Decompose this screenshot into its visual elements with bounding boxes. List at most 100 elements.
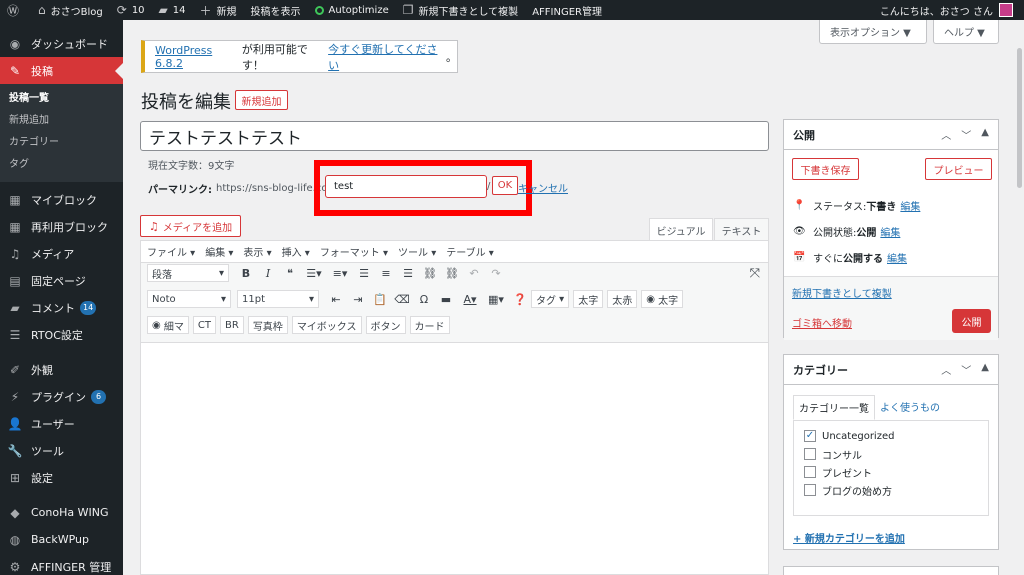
photo-frame-button[interactable]: 写真枠 (247, 316, 288, 334)
bold-circle-button[interactable]: ◉ 太字 (641, 290, 684, 308)
trash-link[interactable]: ゴミ箱へ移動 (792, 315, 852, 330)
tab-all-categories[interactable]: カテゴリー一覧 (793, 395, 875, 420)
slug-input[interactable]: test (325, 175, 487, 198)
editor-content-area[interactable] (141, 343, 768, 574)
menu-rtoc[interactable]: ☰ RTOC設定 (0, 321, 123, 348)
chevron-down-icon[interactable]: ﹀ (961, 362, 971, 377)
chevron-down-icon[interactable]: ﹀ (961, 127, 971, 142)
align-left-icon[interactable]: ☰ (353, 267, 375, 280)
my-account-menu[interactable]: こんにちは、おさつ さん (873, 0, 1024, 20)
menu-edit[interactable]: 編集 ▾ (205, 244, 233, 259)
omega-icon[interactable]: Ω (413, 293, 435, 306)
menu-format[interactable]: フォーマット ▾ (320, 244, 388, 259)
submenu-tags[interactable]: タグ (0, 154, 123, 176)
text-color-icon[interactable]: A▾ (457, 293, 483, 306)
quote-icon[interactable]: ❝ (279, 267, 301, 280)
category-item[interactable]: ブログの始め方 (804, 481, 978, 499)
menu-settings[interactable]: ⊞ 設定 (0, 464, 123, 491)
menu-view[interactable]: 表示 ▾ (243, 244, 271, 259)
site-name-menu[interactable]: ⌂ おさつBlog (31, 0, 110, 20)
menu-table[interactable]: テーブル ▾ (446, 244, 494, 259)
indent-decrease-icon[interactable]: ⇤ (325, 293, 347, 306)
undo-icon[interactable]: ↶ (463, 267, 485, 280)
checkbox[interactable] (804, 466, 816, 478)
tab-visual[interactable]: ビジュアル (649, 218, 713, 241)
chevron-up-icon[interactable]: ︿ (941, 127, 951, 142)
checkbox[interactable] (804, 484, 816, 496)
paste-icon[interactable]: 📋 (369, 293, 391, 306)
schedule-edit-link[interactable]: 編集 (887, 250, 907, 265)
redo-icon[interactable]: ↷ (485, 267, 507, 280)
post-title-input[interactable]: テストテストテスト (140, 121, 769, 151)
menu-backwpup[interactable]: ◍ BackWPup (0, 526, 123, 553)
view-post-link[interactable]: 投稿を表示 (244, 0, 308, 20)
ct-button[interactable]: CT (192, 316, 216, 334)
new-content-menu[interactable]: ＋ 新規 (193, 0, 244, 20)
version-link[interactable]: WordPress 6.8.2 (155, 44, 242, 70)
button-button[interactable]: ボタン (365, 316, 406, 334)
table-icon[interactable]: ▦▾ (483, 293, 509, 306)
menu-myblock[interactable]: ▦ マイブロック (0, 186, 123, 213)
visibility-edit-link[interactable]: 編集 (880, 224, 900, 239)
tab-popular-categories[interactable]: よく使うもの (875, 395, 945, 420)
menu-posts[interactable]: ✎ 投稿 (0, 57, 123, 84)
help-icon[interactable]: ❓ (509, 293, 531, 306)
menu-tools[interactable]: ツール ▾ (398, 244, 436, 259)
autoptimize-menu[interactable]: Autoptimize (308, 0, 396, 20)
category-item[interactable]: コンサル (804, 445, 978, 463)
scrollbar[interactable] (1015, 20, 1024, 575)
screen-options-button[interactable]: 表示オプション ▼ (819, 20, 927, 44)
menu-reusable[interactable]: ▦ 再利用ブロック (0, 213, 123, 240)
category-item[interactable]: ✓ Uncategorized (804, 427, 978, 445)
updates-menu[interactable]: ⟳ 10 (110, 0, 152, 20)
align-center-icon[interactable]: ≡ (375, 267, 397, 280)
tag-dropdown[interactable]: タグ ▾ (531, 290, 570, 308)
br-button[interactable]: BR (220, 316, 244, 334)
duplicate-draft-link[interactable]: ❐ 新規下書きとして複製 (396, 0, 525, 20)
update-now-link[interactable]: 今すぐ更新してください (328, 41, 446, 73)
slug-ok-button[interactable]: OK (492, 176, 518, 195)
menu-pages[interactable]: ▤ 固定ページ (0, 267, 123, 294)
save-draft-button[interactable]: 下書き保存 (792, 158, 859, 180)
menu-insert[interactable]: 挿入 ▾ (282, 244, 310, 259)
tab-text[interactable]: テキスト (714, 218, 769, 241)
submenu-all-posts[interactable]: 投稿一覧 (0, 88, 123, 110)
menu-conoha[interactable]: ◆ ConoHa WING (0, 499, 123, 526)
affinger-menu[interactable]: AFFINGER管理 (525, 0, 609, 20)
wp-logo-menu[interactable]: Ⓦ (0, 0, 31, 20)
duplicate-draft-link[interactable]: 新規下書きとして複製 (792, 285, 892, 300)
submenu-categories[interactable]: カテゴリー (0, 132, 123, 154)
bullet-list-icon[interactable]: ☰▾ (301, 267, 327, 280)
eraser-icon[interactable]: ⌫ (391, 293, 413, 306)
card-button[interactable]: カード (409, 316, 450, 334)
paragraph-select[interactable]: 段落 ▾ (147, 264, 229, 282)
indent-increase-icon[interactable]: ⇥ (347, 293, 369, 306)
help-button[interactable]: ヘルプ ▼ (933, 20, 999, 44)
thin-marker-button[interactable]: ◉ 細マ (147, 316, 189, 334)
link-icon[interactable]: ⛓ (419, 267, 441, 280)
font-select[interactable]: Noto ▾ (147, 290, 231, 308)
toggle-icon[interactable]: ▲ (981, 127, 989, 142)
font-size-select[interactable]: 11pt ▾ (237, 290, 319, 308)
submenu-add-new[interactable]: 新規追加 (0, 110, 123, 132)
unlink-icon[interactable]: ⛓ (441, 267, 463, 280)
add-category-link[interactable]: + 新規カテゴリーを追加 (793, 530, 998, 545)
menu-plugins[interactable]: ⚡ プラグイン 6 (0, 383, 123, 410)
menu-file[interactable]: ファイル ▾ (147, 244, 195, 259)
fullscreen-icon[interactable]: ⤧ (750, 266, 760, 281)
add-media-button[interactable]: ♫ メディアを追加 (140, 215, 241, 237)
align-right-icon[interactable]: ☰ (397, 267, 419, 280)
toggle-icon[interactable]: ▲ (981, 362, 989, 377)
menu-media[interactable]: ♫ メディア (0, 240, 123, 267)
comments-menu[interactable]: ▰ 14 (152, 0, 193, 20)
add-new-button[interactable]: 新規追加 (235, 90, 288, 110)
publish-button[interactable]: 公開 (952, 309, 991, 333)
italic-icon[interactable]: I (257, 267, 279, 280)
menu-affinger[interactable]: ⚙ AFFINGER 管理 (0, 553, 123, 575)
checkbox[interactable] (804, 448, 816, 460)
menu-users[interactable]: 👤 ユーザー (0, 410, 123, 437)
bold-red-button[interactable]: 太赤 (607, 290, 638, 308)
menu-comments[interactable]: ▰ コメント 14 (0, 294, 123, 321)
numbered-list-icon[interactable]: ≡▾ (327, 267, 353, 280)
hr-icon[interactable]: ▬ (435, 293, 457, 306)
